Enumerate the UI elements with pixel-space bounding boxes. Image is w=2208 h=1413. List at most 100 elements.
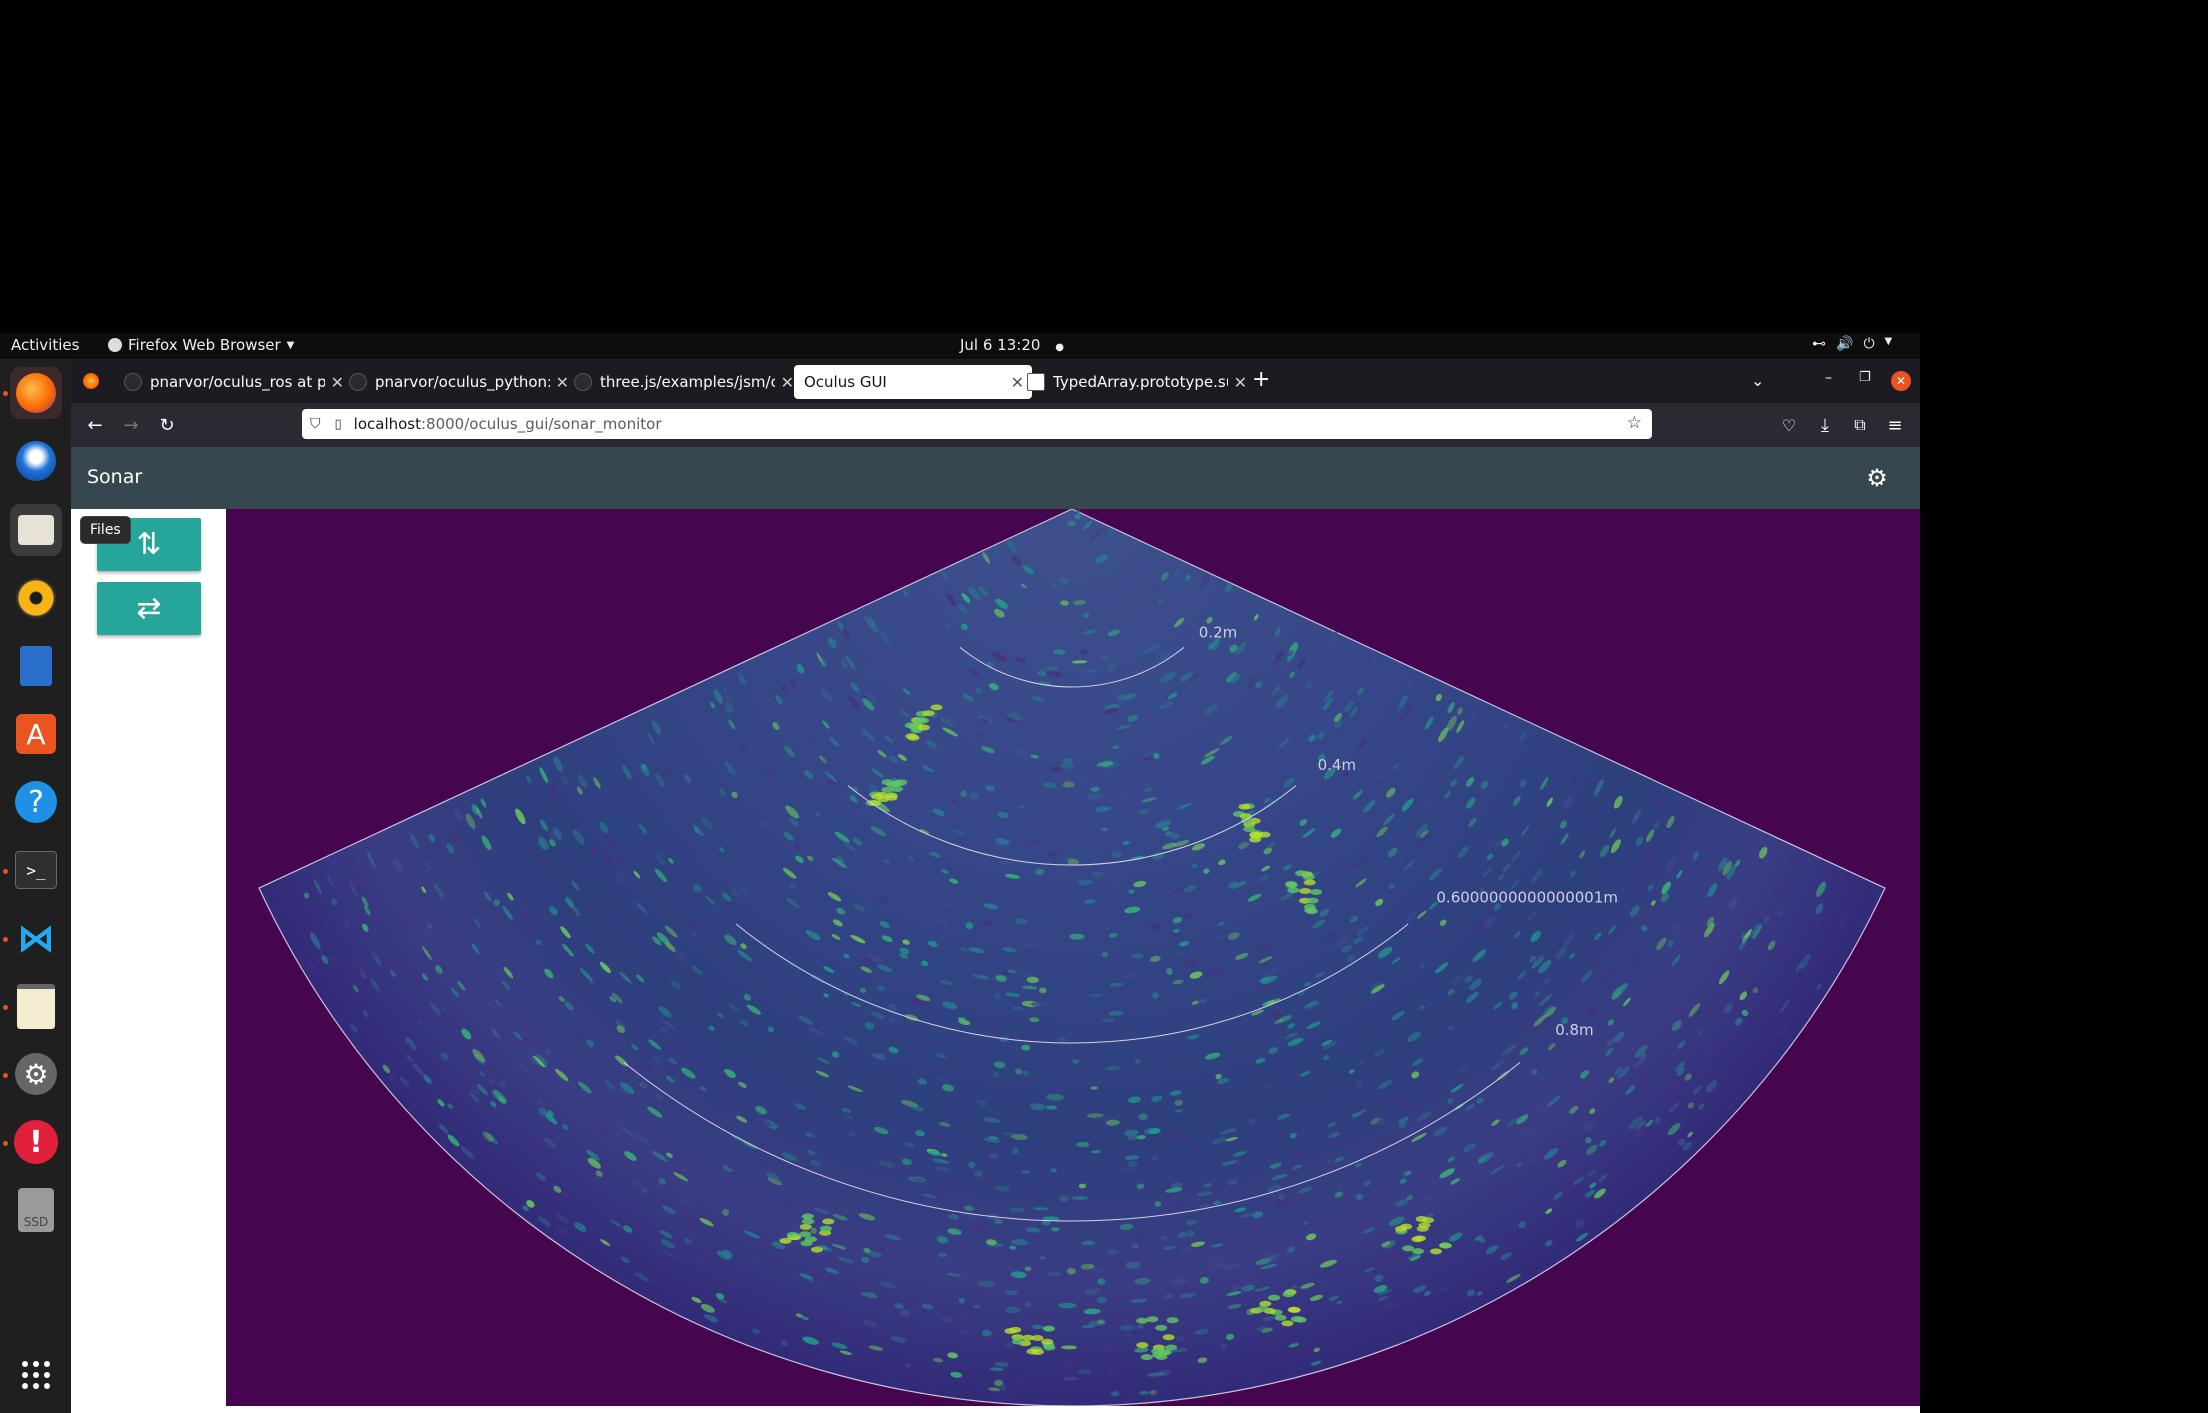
dock-tooltip: Files [80,516,131,544]
download-icon[interactable]: ⤓ [1811,411,1839,439]
sonar-strong-echo [1031,1335,1044,1341]
firefox-view-icon[interactable] [83,373,99,389]
close-window-icon[interactable]: ✕ [1891,371,1911,391]
sonar-strong-echo [1136,1317,1149,1324]
flip-horizontal-button[interactable]: ⇄ [97,582,201,635]
sonar-strong-echo [1439,1242,1452,1249]
sonar-strong-echo [1249,831,1262,838]
address-bar[interactable]: ⛉ ▯ localhost:8000/oculus_gui/sonar_moni… [302,409,1652,439]
tab-oculus-gui[interactable]: Oculus GUI ✕ [794,365,1032,399]
tab-oculus-python[interactable]: pnarvor/oculus_python: I ✕ [341,365,577,399]
firefox-launcher[interactable] [10,367,62,419]
sonar-strong-echo [1004,1328,1017,1334]
sonar-strong-echo [1304,907,1317,914]
chevron-down-icon: ▼ [1884,336,1893,347]
sonar-strong-echo [1165,1344,1178,1351]
sonar-strong-echo [1287,1306,1300,1313]
restore-icon[interactable]: ❐ [1859,370,1871,385]
tab-typedarray[interactable]: TypedArray.prototype.su ✕ [1019,365,1255,399]
sonar-strong-echo [1306,897,1319,904]
error-report-launcher[interactable]: ! [10,1116,62,1168]
running-indicator [3,1073,8,1078]
ssd-drive-icon: SSD [18,1188,54,1232]
sonar-strong-echo [822,1218,835,1225]
text-editor-launcher[interactable] [10,980,62,1032]
sonar-strong-echo [1026,1348,1039,1355]
sonar-strong-echo [1430,1248,1442,1255]
sonar-strong-echo [1395,1225,1408,1232]
tab-label: TypedArray.prototype.su [1053,373,1228,391]
sonar-strong-echo [1274,1314,1287,1321]
control-sidebar: ⇅ ⇄ [71,509,226,1406]
firefox-icon [16,373,56,413]
sonar-strong-echo [1281,1320,1294,1327]
power-icon: ⏻ [1863,336,1875,352]
app-center-launcher[interactable]: A [10,708,62,760]
thunderbird-launcher[interactable] [10,435,62,487]
sonar-echo [1065,803,1080,810]
url-host: localhost [353,415,421,433]
ssd-drive-launcher[interactable]: SSD [10,1184,62,1236]
clock[interactable]: Jul 6 13:20 ● [960,336,1064,354]
thunderbird-icon [16,441,56,481]
writer-launcher[interactable] [10,640,62,692]
running-indicator [3,1005,8,1010]
rhythmbox-launcher[interactable] [10,572,62,624]
range-label: 0.2m [1199,624,1237,642]
sonar-strong-echo [819,1225,832,1232]
vscode-launcher[interactable]: ⋈ [10,912,62,964]
sonar-strong-echo [930,704,943,711]
list-tabs-chevron-icon[interactable]: ⌄ [1751,371,1764,390]
shield-icon[interactable]: ⛉ [310,416,321,432]
tab-oculus-ros[interactable]: pnarvor/oculus_ros at pn ✕ [116,365,352,399]
sonar-strong-echo [1287,887,1300,894]
sonar-strong-echo [1411,1236,1424,1243]
forward-arrow-icon[interactable]: → [117,411,145,439]
bookmark-star-icon[interactable]: ☆ [1627,413,1642,433]
sonar-echo [1066,1268,1076,1275]
terminal-launcher[interactable]: >_ [10,844,62,896]
sonar-fan-image: 0.2m 0.4m 0.6000000000000001m 0.8m [258,509,1886,1406]
page-info-icon[interactable]: ▯ [335,417,342,432]
network-icon: ⊷ [1812,336,1826,352]
minimize-icon[interactable]: – [1825,370,1832,386]
sonar-strong-echo [1295,870,1308,877]
settings-gear-icon[interactable]: ⚙ [1863,464,1891,492]
close-tab-icon[interactable]: ✕ [1234,373,1247,392]
activities-button[interactable]: Activities [11,336,79,354]
help-icon: ? [15,781,57,823]
help-launcher[interactable]: ? [10,776,62,828]
sonar-strong-echo [801,1213,814,1220]
tab-threejs-examples[interactable]: three.js/examples/jsm/co ✕ [566,365,802,399]
sonar-strong-echo [1285,882,1298,889]
ssd-label: SSD [23,1215,49,1229]
running-indicator [3,869,8,874]
tab-label: pnarvor/oculus_python: I [375,373,550,391]
url-text[interactable]: localhost:8000/oculus_gui/sonar_monitor [354,415,662,433]
system-menu[interactable]: ⊷ 🔊 ⏻ ▼ [1812,336,1892,352]
menu-icon[interactable]: ≡ [1881,411,1909,439]
sonar-strong-echo [1303,879,1316,886]
sonar-viewer[interactable]: 0.2m 0.4m 0.6000000000000001m 0.8m [226,509,1920,1406]
new-tab-button[interactable]: + [1252,367,1270,392]
reload-icon[interactable]: ↻ [153,411,181,439]
running-indicator [3,1141,8,1146]
sonar-strong-echo [779,1237,792,1244]
sonar-strong-echo [1162,1334,1175,1341]
range-label: 0.6000000000000001m [1436,889,1618,907]
back-arrow-icon[interactable]: ← [81,411,109,439]
page-title: Sonar [87,466,143,488]
extensions-icon[interactable]: ⧉ [1846,411,1874,439]
rhythmbox-icon [16,578,56,618]
pocket-icon[interactable]: ♡ [1775,411,1803,439]
tab-label: pnarvor/oculus_ros at pn [150,373,325,391]
page-bottom-edge [71,1406,1920,1413]
close-tab-icon[interactable]: ✕ [781,373,794,392]
settings-launcher[interactable]: ⚙ [10,1048,62,1100]
show-apps-button[interactable] [10,1349,62,1401]
swap-horizontal-icon: ⇄ [136,591,162,626]
files-launcher[interactable] [10,504,62,556]
app-menu[interactable]: Firefox Web Browser ▼ [108,336,294,354]
sonar-strong-echo [802,1218,814,1225]
sonar-strong-echo [1238,803,1251,810]
